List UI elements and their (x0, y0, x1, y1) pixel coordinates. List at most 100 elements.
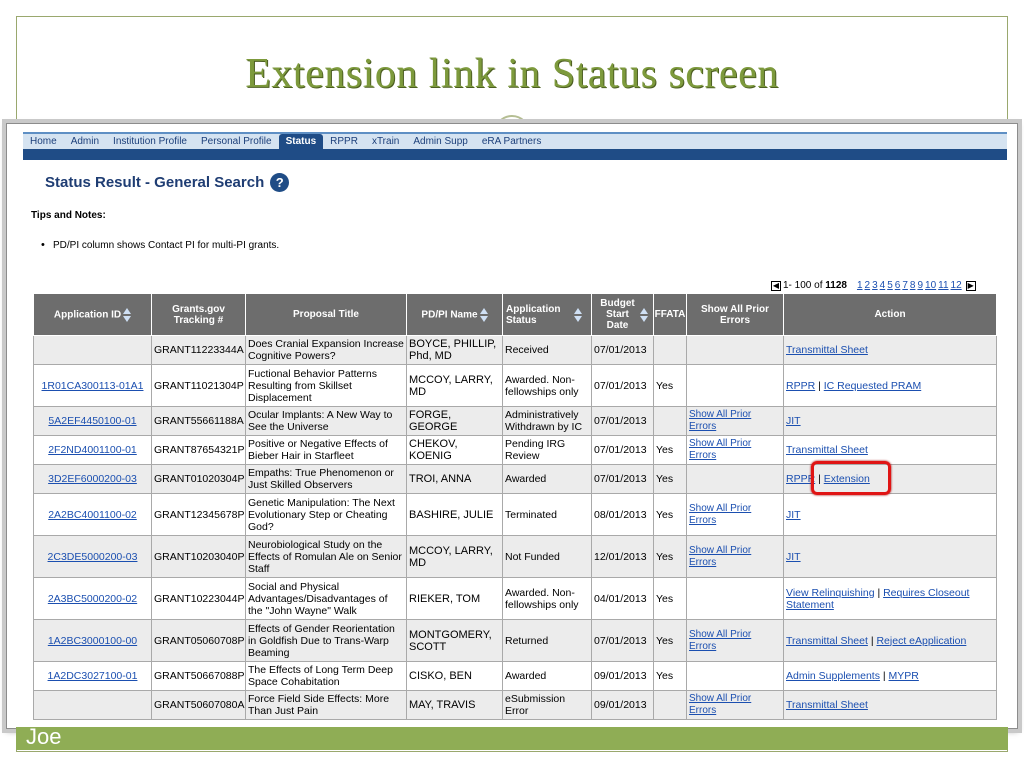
cell-show-all-prior-errors[interactable]: Show All Prior Errors (686, 690, 784, 720)
cell-application-id[interactable]: 2A2BC4001100-02 (33, 493, 152, 536)
cell-application-id[interactable]: 2F2ND4001100-01 (33, 435, 152, 465)
tab-rppr[interactable]: RPPR (323, 134, 365, 149)
header-pi-name[interactable]: PD/PI Name (406, 293, 503, 336)
pager-pages: 1 2 3 4 5 6 7 8 9 10 11 12 (857, 280, 964, 291)
cell-budget-start-date-text: 12/01/2013 (594, 550, 647, 563)
tab-admin-supp[interactable]: Admin Supp (406, 134, 474, 149)
cell-application-id-text[interactable]: 1A2BC3000100-00 (48, 635, 137, 647)
action-link-transmittal-sheet[interactable]: Transmittal Sheet (786, 444, 868, 456)
cell-application-id-text[interactable]: 2A3BC5000200-02 (48, 593, 137, 605)
cell-application-id (33, 690, 152, 720)
cell-show-all-prior-errors[interactable]: Show All Prior Errors (686, 535, 784, 578)
action-link-transmittal-sheet[interactable]: Transmittal Sheet (786, 635, 868, 647)
cell-proposal-title-text: Fuctional Behavior Patterns Resulting fr… (248, 367, 377, 404)
pager-page-link[interactable]: 3 (872, 280, 878, 291)
cell-budget-start-date-text: 09/01/2013 (594, 699, 647, 711)
header-budget-start-date[interactable]: Budget Start Date (591, 293, 654, 336)
cell-application-id[interactable]: 1R01CA300113-01A1 (33, 364, 152, 407)
tab-status[interactable]: Status (278, 134, 324, 149)
tab-xtrain[interactable]: xTrain (365, 134, 406, 149)
sort-icon[interactable] (639, 307, 648, 322)
pager-page-link[interactable]: 6 (895, 280, 901, 291)
cell-ffata-text: Yes (656, 444, 674, 456)
action-link-jit[interactable]: JIT (786, 551, 801, 563)
cell-tracking-number: GRANT05060708P (151, 619, 246, 662)
cell-show-all-prior-errors[interactable]: Show All Prior Errors (686, 435, 784, 465)
cell-budget-start-date-text: 07/01/2013 (594, 344, 647, 356)
action-link-admin-supplements[interactable]: Admin Supplements (786, 670, 880, 682)
pager-page-link[interactable]: 2 (865, 280, 871, 291)
cell-application-id-text[interactable]: 1R01CA300113-01A1 (42, 380, 144, 392)
pager-page-link[interactable]: 5 (887, 280, 893, 291)
sort-icon[interactable] (574, 307, 582, 322)
cell-show-all-prior-errors-text[interactable]: Show All Prior Errors (689, 438, 751, 461)
action-link-transmittal-sheet[interactable]: Transmittal Sheet (786, 344, 868, 356)
cell-application-id[interactable]: 3D2EF6000200-03 (33, 464, 152, 494)
table-body: GRANT11223344A Does Cranial Expansion Inc… (33, 335, 997, 720)
cell-application-status-text: Awarded. Non-fellowships only (505, 586, 579, 611)
cell-application-status: Awarded. Non-fellowships only (502, 364, 592, 407)
cell-show-all-prior-errors[interactable]: Show All Prior Errors (686, 406, 784, 436)
cell-proposal-title: Does Cranial Expansion Increase Cognitiv… (245, 335, 407, 365)
cell-application-id[interactable]: 1A2BC3000100-00 (33, 619, 152, 662)
cell-show-all-prior-errors-text[interactable]: Show All Prior Errors (689, 629, 751, 652)
pager-page-link[interactable]: 8 (910, 280, 916, 291)
tab-institution-profile[interactable]: Institution Profile (106, 134, 194, 149)
sort-icon[interactable] (479, 307, 488, 322)
cell-show-all-prior-errors-text[interactable]: Show All Prior Errors (689, 545, 751, 568)
cell-application-id[interactable]: 5A2EF4450100-01 (33, 406, 152, 436)
cell-application-id[interactable]: 2C3DE5000200-03 (33, 535, 152, 578)
pager-page-link[interactable]: 12 (951, 280, 962, 291)
cell-application-id[interactable]: 2A3BC5000200-02 (33, 577, 152, 620)
cell-show-all-prior-errors-text[interactable]: Show All Prior Errors (689, 693, 751, 716)
cell-proposal-title: Neurobiological Study on the Effects of … (245, 535, 407, 578)
cell-application-id-text[interactable]: 2C3DE5000200-03 (48, 551, 138, 563)
cell-application-status-text: Terminated (505, 508, 557, 521)
cell-application-id-text[interactable]: 5A2EF4450100-01 (48, 415, 136, 427)
cell-proposal-title-text: Ocular Implants: A New Way to See the Un… (248, 409, 393, 433)
action-link-ic-requested-pram[interactable]: IC Requested PRAM (824, 380, 921, 392)
pager-page-link[interactable]: 1 (857, 280, 863, 291)
cell-ffata: Yes (653, 493, 687, 536)
pager-page-link[interactable]: 4 (880, 280, 886, 291)
tips-heading: Tips and Notes: (31, 210, 106, 221)
pager-page-link[interactable]: 9 (917, 280, 923, 291)
cell-pi-name: BASHIRE, JULIE (406, 493, 503, 536)
cell-application-id-text[interactable]: 2A2BC4001100-02 (48, 509, 137, 521)
header-application-id[interactable]: Application ID (33, 293, 152, 336)
tab-personal-profile[interactable]: Personal Profile (194, 134, 279, 149)
cell-action: RPPR | IC Requested PRAM (783, 364, 997, 407)
cell-show-all-prior-errors (686, 661, 784, 691)
cell-application-id-text[interactable]: 3D2EF6000200-03 (48, 473, 137, 485)
pager-page-link[interactable]: 7 (902, 280, 908, 291)
cell-proposal-title-text: Force Field Side Effects: More Than Just… (248, 693, 390, 717)
action-link-view-relinquishing[interactable]: View Relinquishing (786, 587, 875, 599)
action-link-rppr[interactable]: RPPR (786, 380, 815, 392)
cell-application-id[interactable]: 1A2DC3027100-01 (33, 661, 152, 691)
header-application-status[interactable]: Application Status (502, 293, 592, 336)
action-link-mypr[interactable]: MYPR (889, 670, 919, 682)
pager-page-link[interactable]: 11 (938, 280, 948, 291)
cell-application-id-text[interactable]: 2F2ND4001100-01 (48, 444, 137, 456)
action-link-transmittal-sheet[interactable]: Transmittal Sheet (786, 699, 868, 711)
tab-admin[interactable]: Admin (64, 134, 106, 149)
tab-era-partners[interactable]: eRA Partners (475, 134, 548, 149)
action-link-reject-eapplication[interactable]: Reject eApplication (876, 635, 966, 647)
pager-prev-icon[interactable]: ◀ (771, 280, 781, 291)
cell-application-id-text[interactable]: 1A2DC3027100-01 (48, 670, 138, 682)
action-link-jit[interactable]: JIT (786, 509, 801, 521)
help-icon[interactable]: ? (270, 173, 290, 192)
pager-page-link[interactable]: 10 (925, 280, 936, 291)
cell-show-all-prior-errors-text[interactable]: Show All Prior Errors (689, 503, 751, 526)
cell-show-all-prior-errors-text[interactable]: Show All Prior Errors (689, 409, 751, 432)
pager-next-icon[interactable]: ▶ (965, 280, 976, 291)
cell-show-all-prior-errors[interactable]: Show All Prior Errors (686, 493, 784, 536)
tab-home[interactable]: Home (23, 134, 64, 149)
action-link-jit[interactable]: JIT (786, 415, 801, 427)
sort-icon[interactable] (123, 307, 132, 322)
cell-tracking-number: GRANT11223344A (151, 335, 246, 365)
cell-show-all-prior-errors[interactable]: Show All Prior Errors (686, 619, 784, 662)
header-ffata: FFATA (653, 293, 687, 336)
cell-application-status: Pending IRG Review (502, 435, 592, 465)
cell-application-status: Awarded (502, 464, 592, 494)
